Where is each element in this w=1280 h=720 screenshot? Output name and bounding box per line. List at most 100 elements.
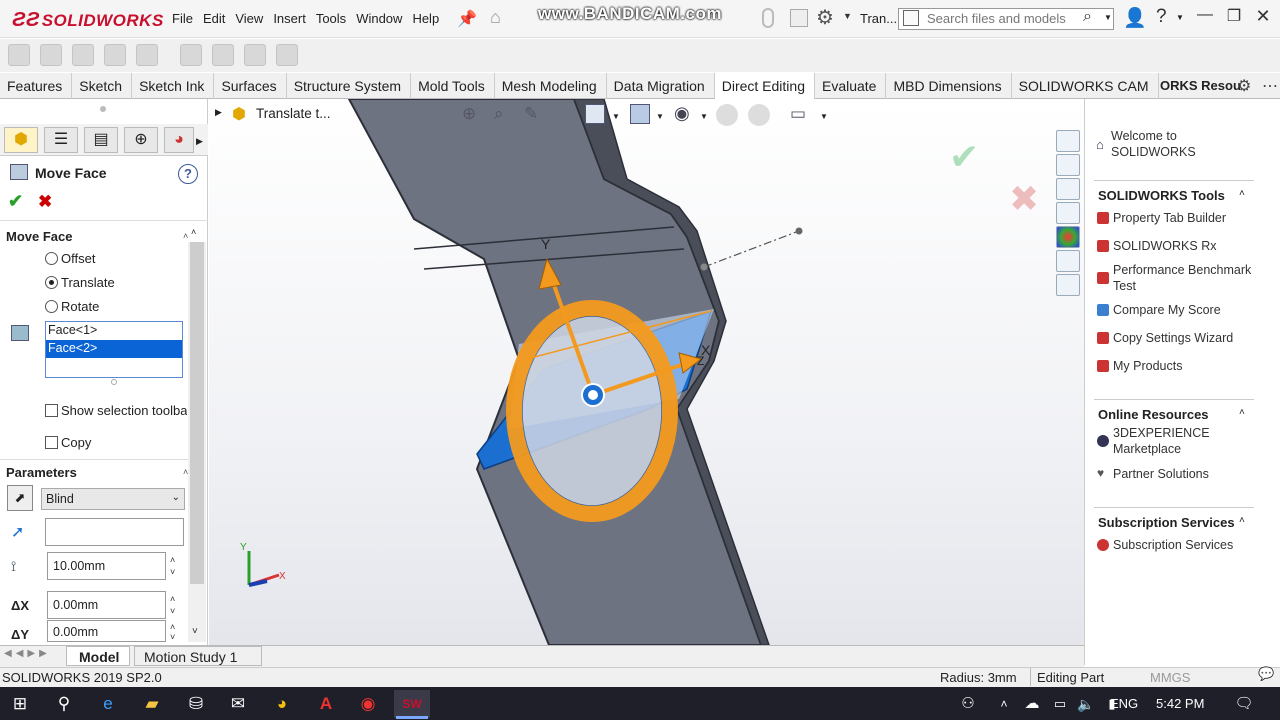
display-manager-tab-icon[interactable]: ◕ [164, 127, 194, 153]
view-orientation-icon[interactable] [630, 104, 650, 124]
restore-icon[interactable]: ❐ [1222, 6, 1246, 30]
options-gear-icon[interactable]: ⚙ [1237, 76, 1251, 96]
help-button[interactable]: ? [178, 164, 198, 184]
scroll-down-icon[interactable]: ˅ [192, 626, 198, 637]
menu-edit[interactable]: Edit [203, 11, 225, 26]
subscription-services-link[interactable]: Subscription Services [1113, 537, 1233, 553]
hole-face-1[interactable] [521, 315, 663, 507]
bandicam-record-icon[interactable]: ◉ [350, 690, 386, 718]
home-icon[interactable]: ⌂ [490, 7, 514, 29]
delta-y-field[interactable]: 0.00mm [47, 620, 166, 642]
subscription-services-title[interactable]: Subscription Services [1098, 515, 1235, 530]
chevron-down-icon[interactable]: ▼ [820, 112, 828, 121]
tab-structure-system[interactable]: Structure System [287, 73, 412, 99]
resources-home-icon[interactable] [1056, 130, 1080, 152]
people-icon[interactable]: ⚇ [950, 690, 986, 718]
tab-data-migration[interactable]: Data Migration [607, 73, 715, 99]
reference-point[interactable] [700, 263, 708, 271]
flex-tool-icon[interactable] [104, 44, 126, 66]
face-selection-list[interactable]: Face<1> Face<2> [45, 321, 183, 378]
property-manager-tab-icon[interactable]: ☰ [44, 127, 78, 153]
tab-mesh-modeling[interactable]: Mesh Modeling [495, 73, 607, 99]
help-dropdown-icon[interactable]: ▼ [1176, 13, 1184, 22]
move-face-section-title[interactable]: Move Face [6, 229, 72, 244]
split-tool-icon[interactable] [180, 44, 202, 66]
search-icon[interactable]: ⌕ [1083, 8, 1092, 26]
overflow-icon[interactable]: ⋯ [1262, 76, 1278, 96]
collapse-icon[interactable]: ˄ [183, 231, 188, 241]
end-condition-select[interactable]: Blind ⌄ [41, 488, 185, 510]
search-scope-icon[interactable] [903, 10, 919, 26]
delete-face-tool-icon[interactable] [40, 44, 62, 66]
translate-radio[interactable] [45, 276, 58, 289]
scrollbar-thumb[interactable] [190, 242, 204, 584]
cancel-x-icon[interactable]: ✖ [38, 192, 52, 212]
scroll-up-icon[interactable]: ˄ [191, 227, 196, 237]
file-explorer-icon[interactable] [1056, 178, 1080, 200]
chevron-down-icon[interactable]: ▼ [612, 112, 620, 121]
tab-mbd-dimensions[interactable]: MBD Dimensions [886, 73, 1012, 99]
view-settings-icon[interactable]: ▭ [790, 104, 806, 124]
tab-mold-tools[interactable]: Mold Tools [411, 73, 495, 99]
appearances-icon[interactable] [1056, 226, 1080, 248]
options-lock-icon[interactable] [762, 8, 774, 28]
tab-sketch[interactable]: Sketch [72, 73, 133, 99]
acrobat-icon[interactable]: A [308, 690, 344, 718]
delta-y-spinner[interactable]: ˄ ˅ [170, 622, 175, 642]
mail-icon[interactable]: ✉ [220, 690, 256, 718]
units-label[interactable]: MMGS [1150, 670, 1190, 685]
list-item[interactable]: Face<1> [46, 322, 182, 340]
copy-checkbox[interactable] [45, 436, 58, 449]
search-icon[interactable]: ⚲ [46, 690, 82, 718]
tab-evaluate[interactable]: Evaluate [815, 73, 887, 99]
solidworks-tools-title[interactable]: SOLIDWORKS Tools [1098, 188, 1225, 203]
parameters-section-title[interactable]: Parameters [6, 465, 77, 480]
view-palette-icon[interactable] [1056, 202, 1080, 224]
tab-solidworks-cam[interactable]: SOLIDWORKS CAM [1012, 73, 1159, 99]
tab-scroll-right-icon[interactable]: ▶ [196, 136, 203, 147]
tab-sketch-ink[interactable]: Sketch Ink [132, 73, 215, 99]
direction-reference-field[interactable] [45, 518, 184, 546]
confirm-cancel-icon[interactable]: ✖ [1009, 179, 1039, 220]
delete-body-tool-icon[interactable] [276, 44, 298, 66]
chevron-down-icon[interactable]: ▼ [656, 112, 664, 121]
welcome-link[interactable]: Welcome to SOLIDWORKS [1111, 128, 1221, 160]
partner-solutions-link[interactable]: Partner Solutions [1113, 466, 1209, 482]
zoom-to-area-icon[interactable]: ⌕ [494, 104, 504, 124]
forum-icon[interactable] [1056, 274, 1080, 296]
property-tab-builder-link[interactable]: Property Tab Builder [1113, 210, 1226, 226]
confirm-ok-icon[interactable]: ✔ [949, 137, 979, 178]
intersect-tool-icon[interactable] [244, 44, 266, 66]
list-item[interactable]: Face<2> [46, 340, 182, 358]
compare-score-link[interactable]: Compare My Score [1113, 302, 1221, 318]
offset-radio[interactable] [45, 252, 58, 265]
copy-settings-link[interactable]: Copy Settings Wizard [1113, 330, 1233, 346]
tab-model[interactable]: Model [66, 646, 130, 666]
online-resources-title[interactable]: Online Resources [1098, 407, 1209, 422]
tree-expand-icon[interactable]: ▶ [215, 107, 222, 118]
chevron-down-icon[interactable]: ▼ [700, 112, 708, 121]
section-view-icon[interactable] [585, 104, 605, 124]
move-face-tool-icon[interactable] [8, 44, 30, 66]
tab-motion-study[interactable]: Motion Study 1 [134, 646, 262, 666]
search-input[interactable]: Search files and models [898, 8, 1114, 30]
chrome-icon[interactable]: ◕ [264, 690, 300, 718]
language-indicator[interactable]: ENG [1110, 696, 1138, 711]
feature-manager-tab-icon[interactable]: ⬢ [4, 127, 38, 153]
reference-point[interactable] [795, 227, 803, 235]
zoom-to-fit-icon[interactable]: ⊕ [462, 104, 476, 124]
configuration-manager-tab-icon[interactable]: ▤ [84, 127, 118, 153]
combine-tool-icon[interactable] [212, 44, 234, 66]
collapse-icon[interactable]: ˄ [1239, 407, 1245, 418]
tab-features[interactable]: Features [0, 73, 73, 99]
minimize-icon[interactable]: — [1193, 6, 1217, 30]
user-icon[interactable]: 👤 [1123, 6, 1147, 30]
list-icon[interactable] [790, 9, 808, 27]
deform-tool-icon[interactable] [136, 44, 158, 66]
rotate-radio[interactable] [45, 300, 58, 313]
custom-properties-icon[interactable] [1056, 250, 1080, 272]
menu-insert[interactable]: Insert [273, 11, 306, 26]
gear-icon[interactable]: ⚙ [816, 5, 834, 30]
file-explorer-icon[interactable]: ▰ [134, 690, 170, 718]
delta-x-field[interactable]: 0.00mm [47, 591, 166, 619]
